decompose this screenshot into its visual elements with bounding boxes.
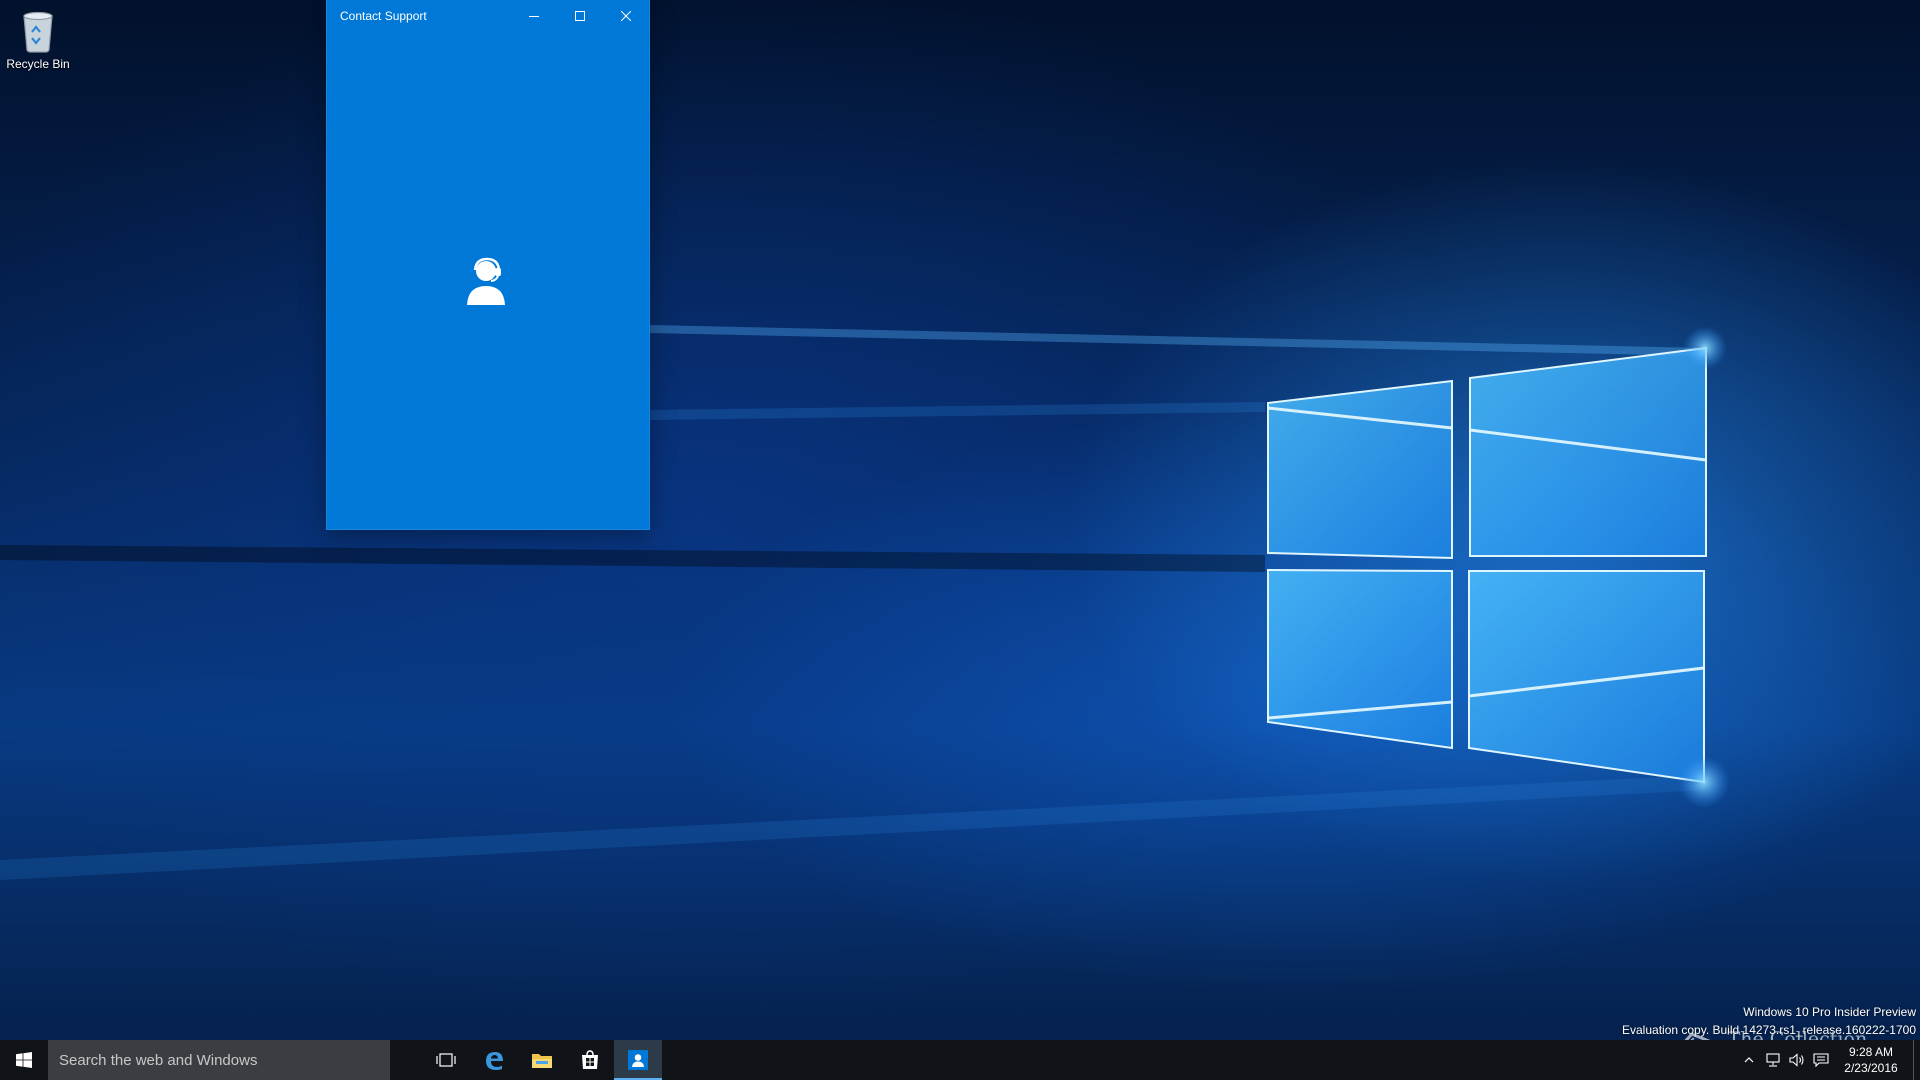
taskbar: Search the web and Windows 9:28 AM 2/23/… xyxy=(0,1040,1920,1080)
desktop-icon-label: Recycle Bin xyxy=(6,57,70,71)
minimize-icon xyxy=(529,16,539,17)
task-view-button[interactable] xyxy=(422,1040,470,1080)
desktop: Recycle Bin Contact Support Windows 10 P… xyxy=(0,0,1920,1040)
volume-button[interactable] xyxy=(1785,1040,1809,1080)
window-titlebar[interactable]: Contact Support xyxy=(327,0,649,32)
show-hidden-icons-button[interactable] xyxy=(1737,1040,1761,1080)
taskbar-store[interactable] xyxy=(566,1040,614,1080)
wallpaper-windows-hero xyxy=(0,325,1730,880)
start-button[interactable] xyxy=(0,1040,48,1080)
task-view-icon xyxy=(436,1053,456,1067)
contact-support-window[interactable]: Contact Support xyxy=(327,0,649,529)
store-icon xyxy=(582,1050,598,1069)
clock-date: 2/23/2016 xyxy=(1844,1061,1898,1075)
show-desktop-button[interactable] xyxy=(1913,1040,1920,1080)
site-logo-text: The Collection Book xyxy=(1727,1028,1868,1040)
file-explorer-icon xyxy=(532,1054,552,1068)
recycle-bin-icon xyxy=(16,6,60,54)
support-agent-icon xyxy=(467,257,505,305)
maximize-icon xyxy=(575,11,585,21)
windows-logo-icon xyxy=(16,1052,32,1068)
chevron-up-icon xyxy=(1744,1057,1754,1063)
taskbar-contact-support[interactable] xyxy=(614,1040,662,1080)
site-logo-watermark: The Collection Book xyxy=(1666,1028,1920,1040)
minimize-button[interactable] xyxy=(511,0,557,32)
network-icon xyxy=(1766,1053,1780,1067)
system-tray: 9:28 AM 2/23/2016 xyxy=(1737,1040,1920,1080)
contact-support-icon xyxy=(628,1050,648,1070)
action-center-icon xyxy=(1813,1053,1829,1067)
search-box[interactable]: Search the web and Windows xyxy=(48,1040,390,1080)
close-icon xyxy=(621,11,631,21)
desktop-icon-recycle-bin[interactable]: Recycle Bin xyxy=(4,6,72,71)
close-button[interactable] xyxy=(603,0,649,32)
clock-time: 9:28 AM xyxy=(1848,1045,1894,1059)
edge-icon xyxy=(486,1052,503,1070)
action-center-button[interactable] xyxy=(1809,1040,1833,1080)
search-placeholder: Search the web and Windows xyxy=(59,1051,258,1069)
window-title: Contact Support xyxy=(340,9,427,23)
book-icon xyxy=(1684,1032,1711,1040)
taskbar-edge[interactable] xyxy=(470,1040,518,1080)
taskbar-file-explorer[interactable] xyxy=(518,1040,566,1080)
clock[interactable]: 9:28 AM 2/23/2016 xyxy=(1833,1044,1909,1076)
volume-icon xyxy=(1789,1053,1804,1067)
watermark-edition: Windows 10 Pro Insider Preview xyxy=(1743,1005,1916,1019)
network-button[interactable] xyxy=(1761,1040,1785,1080)
maximize-button[interactable] xyxy=(557,0,603,32)
